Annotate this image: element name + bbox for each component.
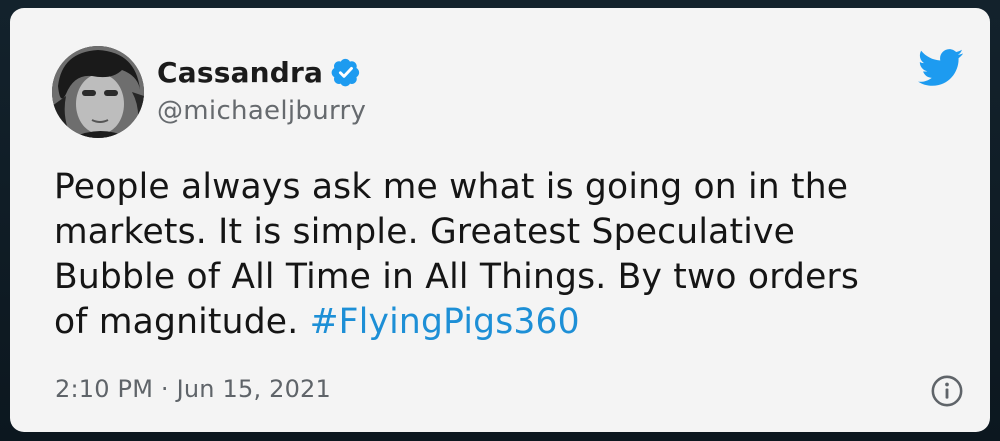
tweet-text-line: Bubble of All Time in All Things. By two… [54, 257, 860, 297]
tweet-text-line: markets. It is simple. Greatest Speculat… [54, 212, 796, 252]
verified-badge-icon [331, 57, 361, 87]
info-icon[interactable] [930, 374, 964, 408]
display-name[interactable]: Cassandra [157, 56, 323, 89]
tweet-card: Cassandra @michaeljburry People always a… [10, 8, 990, 432]
twitter-bird-icon[interactable] [918, 48, 964, 88]
name-row: Cassandra [157, 52, 361, 92]
user-handle[interactable]: @michaeljburry [157, 96, 366, 126]
tweet-timestamp[interactable]: 2:10 PM · Jun 15, 2021 [55, 375, 331, 403]
tweet-text-line: of magnitude. [54, 302, 299, 342]
hashtag-link[interactable]: #FlyingPigs360 [310, 302, 580, 342]
profile-avatar[interactable] [52, 46, 144, 138]
tweet-text: People always ask me what is going on in… [54, 165, 974, 345]
avatar-image [52, 46, 144, 138]
video-frame: Cassandra @michaeljburry People always a… [0, 0, 1000, 441]
tweet-text-line: People always ask me what is going on in… [54, 167, 849, 207]
